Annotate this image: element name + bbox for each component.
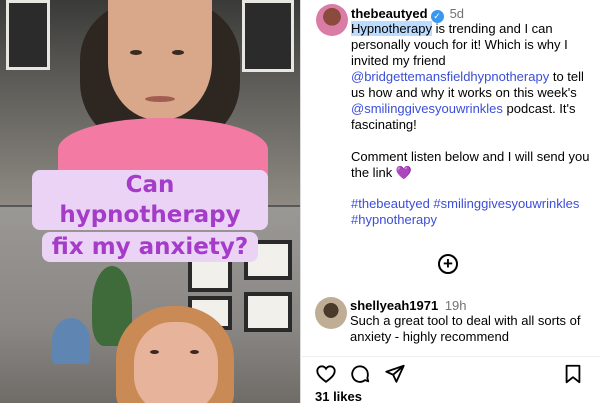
caption-text: Comment listen below and I will send you… [351, 149, 590, 180]
host-mouth [145, 96, 175, 102]
heart-icon[interactable] [315, 363, 337, 385]
wall-picture [6, 0, 50, 70]
commenter-avatar[interactable] [315, 297, 347, 329]
likes-count[interactable]: 31 likes [315, 389, 362, 403]
mention-link[interactable]: @smilinggivesyouwrinkles [351, 101, 503, 116]
send-icon[interactable] [384, 363, 406, 385]
comment-time: 19h [444, 298, 467, 313]
caption-line: fix my anxiety? [41, 232, 259, 262]
commenter-username[interactable]: shellyeah1971 [350, 298, 438, 313]
guest-face [134, 322, 218, 403]
highlighted-text: Hypnotherapy [351, 21, 432, 36]
hashtag-link[interactable]: #thebeautyed [351, 196, 430, 211]
host-face [108, 0, 212, 120]
host-eye [130, 50, 142, 55]
comment-icon[interactable] [349, 363, 371, 385]
video-caption: Can hypnotherapy fix my anxiety? [32, 170, 268, 264]
author-username[interactable]: thebeautyed [351, 6, 428, 21]
author-avatar[interactable] [316, 4, 348, 36]
mention-link[interactable]: @bridgettemansfieldhypnotherapy [351, 69, 549, 84]
action-bar [300, 356, 600, 386]
hashtag-link[interactable]: #smilinggivesyouwrinkles [433, 196, 579, 211]
guest-eye [150, 350, 159, 354]
hashtags: #thebeautyed #smilinggivesyouwrinkles #h… [351, 196, 591, 228]
post-caption: Hypnotherapy is trending and I can perso… [351, 21, 591, 181]
guest-eye [190, 350, 199, 354]
bookmark-icon[interactable] [562, 363, 584, 385]
load-more-comments-plus-icon[interactable]: + [438, 254, 458, 274]
comment-text: Such a great tool to deal with all sorts… [350, 313, 581, 344]
hashtag-link[interactable]: #hypnotherapy [351, 212, 437, 227]
caption-line: Can hypnotherapy [32, 170, 268, 230]
purple-heart-emoji: 💜 [395, 165, 413, 180]
wall-certificate [244, 292, 292, 332]
comment-header: shellyeah1971 19h [350, 298, 467, 313]
wall-picture [242, 0, 294, 72]
post-time[interactable]: 5d [450, 6, 464, 21]
video-player[interactable]: Can hypnotherapy fix my anxiety? [0, 0, 300, 403]
lamp [52, 318, 90, 364]
host-eye [172, 50, 184, 55]
